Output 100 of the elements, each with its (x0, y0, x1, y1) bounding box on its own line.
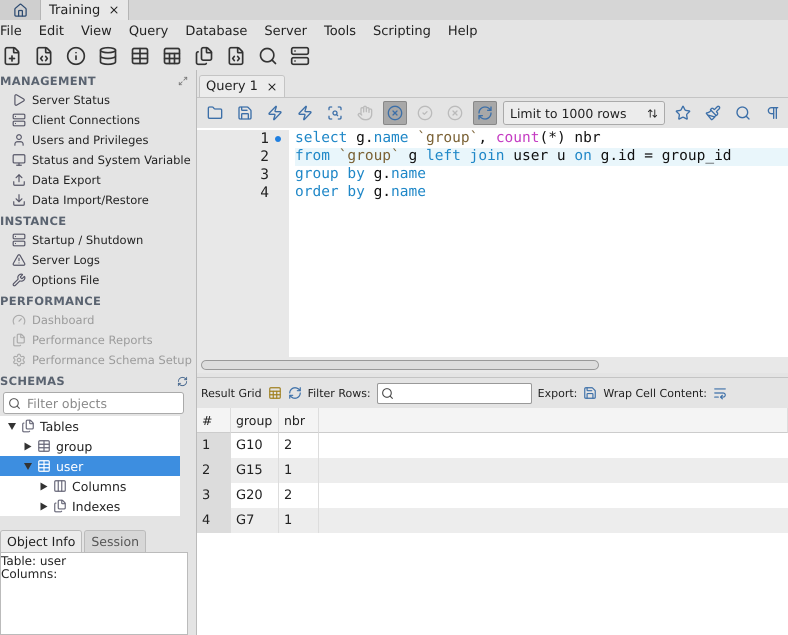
info-text: Columns: (1, 568, 58, 581)
tree-item[interactable]: Columns (0, 476, 180, 496)
table-icon[interactable] (130, 46, 150, 66)
menu-item[interactable]: Help (448, 24, 486, 38)
wrap-icon[interactable] (713, 386, 727, 400)
up-down-arrows-icon (647, 108, 658, 118)
column-header[interactable]: group (231, 408, 279, 433)
close-icon[interactable] (108, 4, 120, 16)
x-circle-icon (387, 105, 403, 121)
folder-icon (207, 105, 223, 121)
sidebar-item[interactable]: Data Import/Restore (32, 193, 149, 207)
autocommit-button[interactable] (473, 101, 497, 125)
monitor-icon (12, 153, 26, 167)
result-grid-label[interactable]: Result Grid (201, 386, 262, 400)
documents-icon[interactable] (194, 46, 214, 66)
code-line: group by g.name (295, 166, 427, 184)
expand-caret-icon[interactable] (40, 502, 48, 510)
search-icon[interactable] (258, 46, 278, 66)
folder-icon (21, 419, 35, 433)
database-icon[interactable] (98, 46, 118, 66)
menu-item[interactable]: Tools (324, 24, 364, 38)
menu-item[interactable]: Server (264, 24, 315, 38)
filter-box[interactable]: Filter objects (3, 392, 184, 414)
column-header[interactable]: # (197, 408, 231, 433)
sidebar-item[interactable]: Client Connections (32, 113, 140, 127)
filter-rows-field[interactable] (376, 382, 532, 404)
star-icon (675, 105, 691, 121)
line-number: 2 (260, 149, 269, 165)
magnifier-icon (327, 105, 343, 121)
home-tab[interactable] (0, 0, 41, 20)
sidebar-item[interactable]: Data Export (32, 173, 101, 187)
check-circle-icon (417, 105, 433, 121)
spreadsheet-icon[interactable] (162, 46, 182, 66)
menu-item[interactable]: Scripting (373, 24, 439, 38)
sidebar-item[interactable]: Startup / Shutdown (32, 233, 144, 247)
menu-item[interactable]: View (80, 24, 120, 38)
code-file-icon[interactable] (34, 46, 54, 66)
section-title: SCHEMAS (0, 374, 65, 388)
wrap-label: Wrap Cell Content: (603, 386, 707, 400)
sidebar-item[interactable]: Server Logs (32, 253, 100, 267)
code-line: select g.name `group`, count(*) nbr (295, 130, 602, 148)
sidebar-item[interactable]: Users and Privileges (32, 133, 148, 147)
column-header[interactable]: nbr (279, 408, 319, 433)
lightning-icon (267, 105, 283, 121)
query-tab[interactable]: Query 1 (199, 75, 285, 97)
pilcrow-icon (765, 105, 781, 121)
expand-caret-icon[interactable] (8, 422, 16, 430)
connection-tab[interactable]: Training (41, 0, 130, 20)
folder-icon (53, 499, 67, 513)
table-cell: G7 (231, 508, 279, 533)
hand-icon (357, 105, 373, 121)
line-number: 1 (260, 131, 269, 147)
info-tab[interactable]: Session (84, 530, 146, 552)
info-icon[interactable] (66, 46, 86, 66)
search-icon (380, 386, 394, 400)
table-cell: 3 (197, 483, 231, 508)
menu-item[interactable]: File (0, 24, 30, 38)
settings-icon (12, 353, 26, 367)
menu-item[interactable]: Database (185, 24, 256, 38)
user-icon (12, 133, 26, 147)
sidebar-item[interactable]: Options File (32, 273, 100, 287)
grid-icon[interactable] (268, 386, 282, 400)
new-file-icon[interactable] (2, 46, 22, 66)
table-icon (37, 439, 51, 453)
sidebar-item[interactable]: Server Status (32, 93, 110, 107)
tree-item[interactable]: Indexes (0, 496, 180, 516)
export-icon[interactable] (583, 386, 598, 400)
refresh-icon[interactable] (177, 376, 188, 386)
table-icon (37, 459, 51, 473)
table-cell: 1 (279, 508, 319, 533)
menu-item[interactable]: Edit (38, 24, 72, 38)
tree-item[interactable]: Tables (0, 416, 180, 436)
play-icon (12, 93, 26, 107)
info-tab[interactable]: Object Info (0, 530, 82, 552)
save-icon (237, 105, 253, 121)
section-title: INSTANCE (0, 214, 66, 228)
search-icon (735, 105, 751, 121)
close-icon[interactable] (266, 80, 278, 92)
scrollbar-thumb[interactable] (201, 360, 599, 370)
table-cell: 1 (197, 433, 231, 458)
sql-editor[interactable]: 1 2 3 4 select g.name `group`, count(*) nbr from `group` g left join user u on g.id = group_id group by g.name order by g.name (197, 128, 788, 357)
limit-select[interactable]: Limit to 1000 rows (503, 101, 665, 125)
line-number: 3 (260, 167, 269, 183)
brush-icon (705, 105, 721, 121)
columns-icon (53, 479, 67, 493)
code-file-icon[interactable] (226, 46, 246, 66)
gauge-icon (12, 313, 26, 327)
search-icon (8, 396, 21, 410)
sidebar-item[interactable]: Status and System Variable (32, 153, 191, 167)
wrench-icon (12, 273, 26, 287)
filter-field[interactable]: Filter objects (25, 394, 179, 412)
expand-icon[interactable] (178, 76, 188, 86)
server-icon[interactable] (290, 46, 310, 66)
expand-caret-icon[interactable] (40, 482, 48, 490)
info-text: Table: user (1, 555, 68, 568)
line-number: 4 (260, 185, 269, 201)
table-cell: G15 (231, 458, 279, 483)
warning-icon (12, 253, 26, 267)
refresh-icon[interactable] (288, 386, 302, 400)
menu-item[interactable]: Query (128, 24, 176, 38)
